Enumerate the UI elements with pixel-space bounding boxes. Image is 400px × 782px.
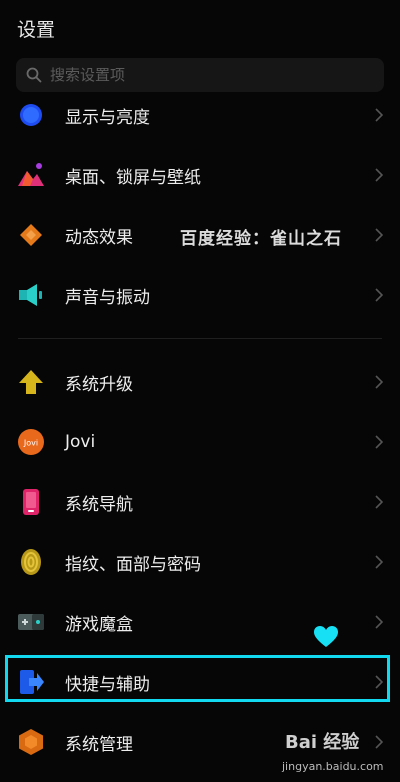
settings-item-sound[interactable]: 声音与振动	[0, 265, 400, 325]
chevron-right-icon	[375, 228, 384, 242]
search-input[interactable]	[50, 66, 350, 84]
system-management-icon	[19, 729, 43, 755]
sound-icon	[19, 284, 42, 306]
heart-icon	[314, 626, 338, 647]
baidu-logo: Bai 经验	[285, 732, 360, 753]
chevron-right-icon	[375, 735, 384, 749]
settings-item-label: Jovi	[65, 432, 96, 452]
settings-item-label: 系统管理	[65, 734, 133, 755]
settings-item-label: 系统升级	[65, 374, 133, 395]
settings-item-label: 桌面、锁屏与壁纸	[65, 167, 201, 188]
settings-item-label: 系统导航	[65, 494, 133, 515]
svg-text:Jovi: Jovi	[23, 439, 38, 448]
system-update-icon	[19, 370, 43, 394]
watermark-text: 百度经验：雀山之石	[180, 229, 342, 249]
section-divider	[18, 338, 382, 339]
chevron-right-icon	[375, 495, 384, 509]
display-brightness-icon	[20, 104, 42, 126]
wallpaper-icon	[18, 163, 44, 186]
chevron-right-icon	[375, 555, 384, 569]
dynamic-effects-icon	[20, 224, 42, 246]
chevron-right-icon	[375, 108, 384, 122]
settings-item-label: 声音与振动	[65, 287, 150, 308]
settings-item-label: 显示与亮度	[65, 107, 150, 128]
fingerprint-icon	[21, 549, 41, 575]
settings-item-fingerprint[interactable]: 指纹、面部与密码	[0, 532, 400, 592]
settings-item-system-navigation[interactable]: 系统导航	[0, 472, 400, 532]
game-box-icon	[18, 614, 44, 630]
page-title: 设置	[17, 19, 56, 41]
settings-item-game-box[interactable]: 游戏魔盒	[0, 592, 400, 652]
system-navigation-icon	[23, 489, 39, 515]
chevron-right-icon	[375, 288, 384, 302]
settings-item-jovi[interactable]: Jovi Jovi	[0, 412, 400, 472]
settings-item-label: 动态效果	[65, 227, 133, 248]
jovi-icon: Jovi	[18, 429, 44, 455]
settings-item-label: 游戏魔盒	[65, 614, 133, 635]
highlight-box	[5, 655, 390, 702]
settings-item-label: 指纹、面部与密码	[65, 554, 201, 575]
chevron-right-icon	[375, 375, 384, 389]
chevron-right-icon	[375, 615, 384, 629]
settings-item-wallpaper[interactable]: 桌面、锁屏与壁纸	[0, 145, 400, 205]
chevron-right-icon	[375, 168, 384, 182]
baidu-url: jingyan.baidu.com	[282, 760, 384, 773]
settings-item-display[interactable]: 显示与亮度	[0, 85, 400, 145]
search-icon	[26, 67, 42, 83]
chevron-right-icon	[375, 435, 384, 449]
settings-item-system-update[interactable]: 系统升级	[0, 352, 400, 412]
